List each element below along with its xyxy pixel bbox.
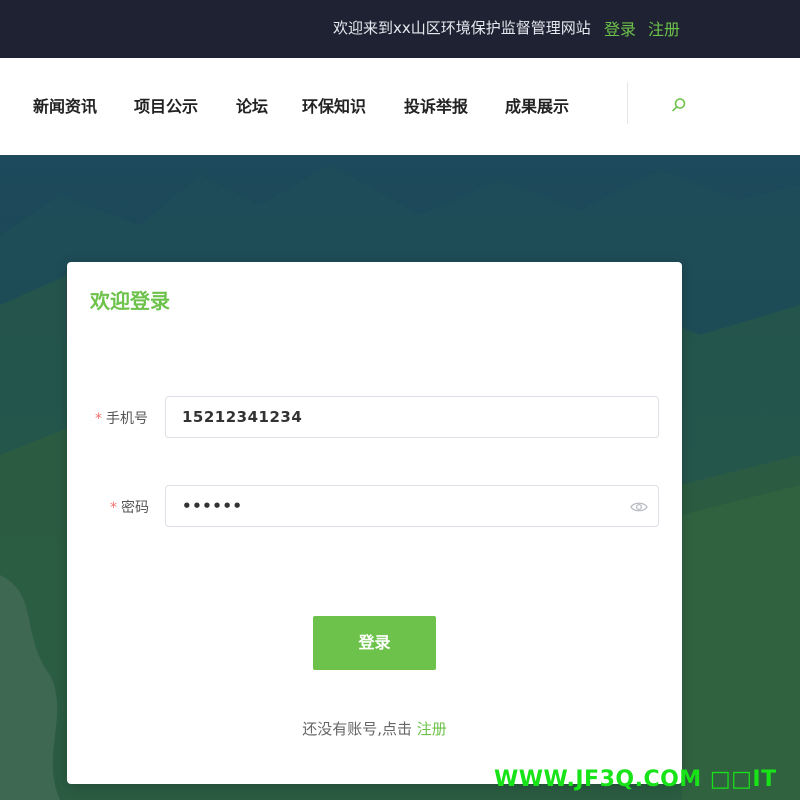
password-input[interactable]: •••••• xyxy=(165,485,659,527)
login-submit-button[interactable]: 登录 xyxy=(313,616,436,670)
main-nav: 新闻资讯 项目公示 论坛 环保知识 投诉举报 成果展示 xyxy=(0,58,800,155)
nav-item-projects[interactable]: 项目公示 xyxy=(134,93,198,117)
eye-icon[interactable] xyxy=(630,499,648,513)
phone-value: 15212341234 xyxy=(182,408,303,426)
nav-item-achievements[interactable]: 成果展示 xyxy=(505,93,569,117)
search-icon[interactable] xyxy=(670,96,688,114)
phone-label: * 手机号 xyxy=(95,411,148,427)
nav-divider xyxy=(627,82,628,124)
required-mark: * xyxy=(95,411,102,427)
top-bar: 欢迎来到xx山区环境保护监督管理网站 登录 注册 xyxy=(0,0,800,58)
register-link[interactable]: 注册 xyxy=(417,720,447,738)
nav-item-forum[interactable]: 论坛 xyxy=(236,93,268,117)
nav-item-knowledge[interactable]: 环保知识 xyxy=(302,93,366,117)
login-card: 欢迎登录 * 手机号 15212341234 * 密码 •••••• 登录 还没有账… xyxy=(67,262,682,784)
phone-input[interactable]: 15212341234 xyxy=(165,396,659,438)
nav-item-news[interactable]: 新闻资讯 xyxy=(33,93,97,117)
password-value: •••••• xyxy=(182,497,243,515)
watermark-text: WWW.JF3Q.COM □□IT xyxy=(494,767,777,792)
welcome-text: 欢迎来到xx山区环境保护监督管理网站 xyxy=(333,19,591,37)
top-register-link[interactable]: 注册 xyxy=(648,16,680,40)
required-mark: * xyxy=(110,500,117,516)
register-prompt: 还没有账号,点击 注册 xyxy=(302,720,447,738)
login-title: 欢迎登录 xyxy=(90,289,170,313)
password-label: * 密码 xyxy=(110,500,149,516)
nav-item-complaints[interactable]: 投诉举报 xyxy=(404,93,468,117)
top-login-link[interactable]: 登录 xyxy=(604,16,636,40)
